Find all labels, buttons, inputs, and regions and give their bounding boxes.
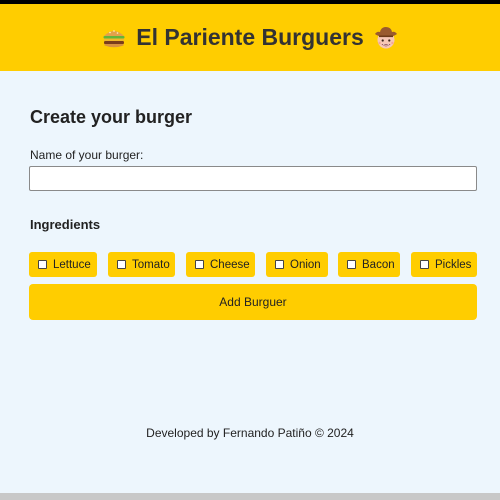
lettuce-checkbox[interactable]: [38, 260, 47, 269]
pickles-checkbox[interactable]: [420, 260, 429, 269]
onion-checkbox[interactable]: [275, 260, 284, 269]
bacon-checkbox[interactable]: [347, 260, 356, 269]
ingredient-tomato[interactable]: Tomato: [108, 252, 175, 277]
app-title: El Pariente Burguers: [136, 24, 364, 50]
ingredient-label: Tomato: [132, 258, 170, 271]
burger-name-input[interactable]: [29, 166, 477, 191]
ingredients-list: Lettuce Tomato Cheese Onion Bacon Pickle…: [29, 252, 477, 277]
form-title: Create your burger: [30, 107, 193, 127]
footer-credit: Developed by Fernando Patiño © 2024: [146, 426, 354, 440]
ingredient-label: Cheese: [210, 258, 250, 271]
burger-icon: [101, 25, 127, 51]
cowboy-face-icon: [373, 25, 399, 51]
cheese-checkbox[interactable]: [195, 260, 204, 269]
ingredient-label: Pickles: [435, 258, 472, 271]
ingredient-label: Onion: [290, 258, 321, 271]
ingredient-bacon[interactable]: Bacon: [338, 252, 400, 277]
horizontal-scrollbar[interactable]: [0, 493, 500, 500]
add-burger-button[interactable]: Add Burguer: [29, 284, 477, 320]
ingredient-lettuce[interactable]: Lettuce: [29, 252, 97, 277]
ingredient-label: Lettuce: [53, 258, 91, 271]
ingredient-onion[interactable]: Onion: [266, 252, 328, 277]
app-header: El Pariente Burguers: [0, 4, 500, 71]
ingredients-heading: Ingredients: [30, 217, 101, 232]
ingredient-pickles[interactable]: Pickles: [411, 252, 477, 277]
ingredient-cheese[interactable]: Cheese: [186, 252, 255, 277]
name-field-label: Name of your burger:: [30, 148, 144, 162]
ingredient-label: Bacon: [362, 258, 395, 271]
tomato-checkbox[interactable]: [117, 260, 126, 269]
